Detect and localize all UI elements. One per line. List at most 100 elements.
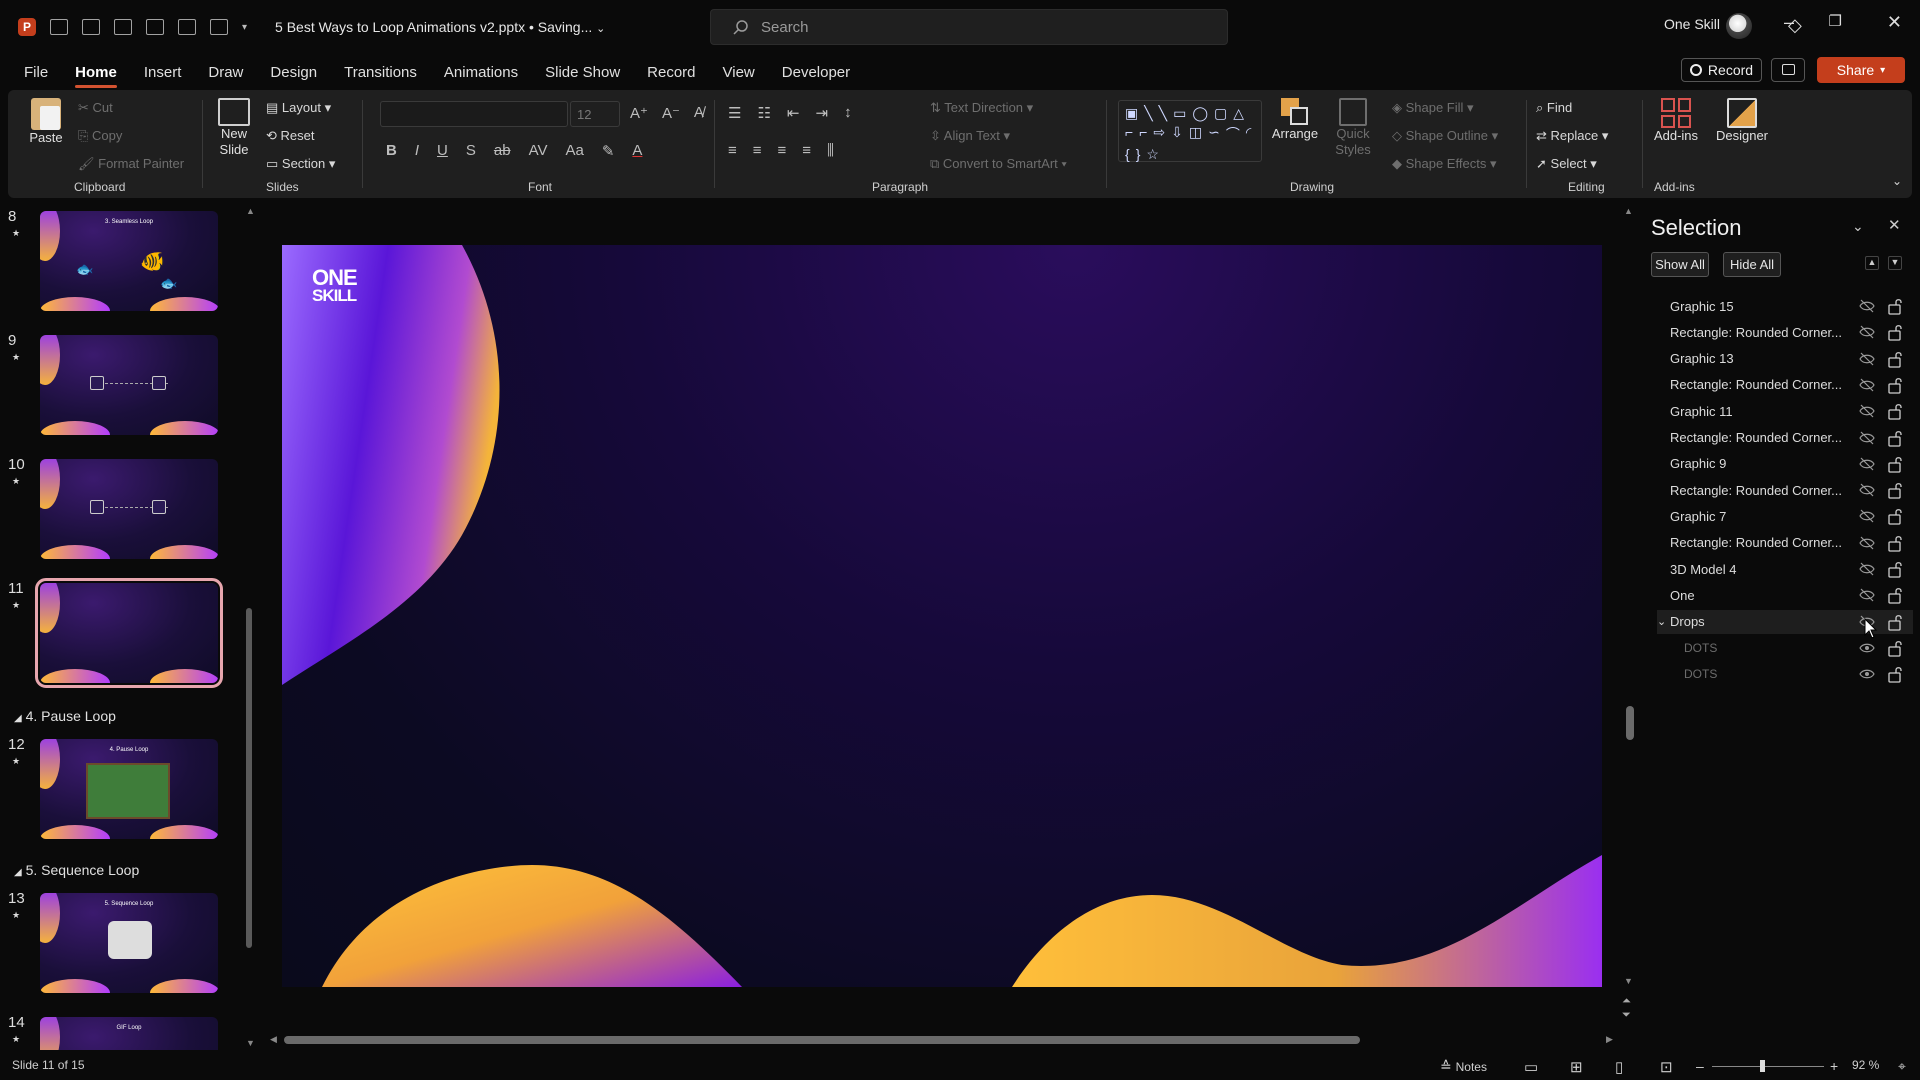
tab-file[interactable]: File bbox=[24, 64, 48, 81]
unlock-icon[interactable] bbox=[1887, 639, 1903, 657]
text-direction-button[interactable]: ⇅ Text Direction ▾ bbox=[930, 100, 1033, 116]
tab-transitions[interactable]: Transitions bbox=[344, 64, 417, 81]
italic-icon[interactable]: I bbox=[415, 142, 419, 160]
tab-draw[interactable]: Draw bbox=[208, 64, 243, 81]
tab-design[interactable]: Design bbox=[270, 64, 317, 81]
justify-icon[interactable]: ≡ bbox=[802, 142, 811, 159]
increase-font-icon[interactable]: A⁺ bbox=[630, 104, 648, 122]
tab-view[interactable]: View bbox=[723, 64, 755, 81]
down-arrow-icon[interactable]: ⇩ bbox=[1171, 124, 1183, 144]
unlock-icon[interactable] bbox=[1887, 534, 1903, 552]
tab-home[interactable]: Home bbox=[75, 64, 117, 88]
expand-chevron-icon[interactable]: ⌄ bbox=[1657, 615, 1666, 628]
eye-icon[interactable] bbox=[1859, 666, 1875, 682]
unlock-icon[interactable] bbox=[1887, 481, 1903, 499]
shadow-icon[interactable]: S bbox=[466, 142, 476, 160]
quick-styles-button[interactable]: Quick Styles bbox=[1330, 98, 1376, 158]
scroll-up-icon[interactable]: ▲ bbox=[1624, 206, 1633, 216]
cut-button[interactable]: ✂ Cut bbox=[78, 100, 113, 116]
send-backward-icon[interactable]: ▼ bbox=[1888, 256, 1902, 270]
normal-view-icon[interactable]: ▭ bbox=[1524, 1058, 1538, 1076]
zoom-out-icon[interactable]: – bbox=[1696, 1058, 1704, 1074]
tab-animations[interactable]: Animations bbox=[444, 64, 518, 81]
eye-hidden-icon[interactable] bbox=[1859, 587, 1875, 603]
reading-view-icon[interactable]: ▯ bbox=[1615, 1058, 1623, 1076]
copy-button[interactable]: ⎘ Copy bbox=[78, 128, 122, 144]
section-header-pause-loop[interactable]: ◢ 4. Pause Loop bbox=[14, 708, 116, 724]
unlock-icon[interactable] bbox=[1887, 560, 1903, 578]
star-icon[interactable]: ☆ bbox=[1146, 146, 1159, 163]
curve-icon[interactable]: ∽ bbox=[1208, 124, 1220, 144]
slideshow-view-icon[interactable]: ⊡ bbox=[1660, 1058, 1673, 1076]
font-name-input[interactable] bbox=[380, 101, 568, 127]
brace-icon[interactable]: { bbox=[1125, 146, 1130, 163]
selection-row[interactable]: One bbox=[1657, 583, 1913, 607]
font-size-input[interactable]: 12 bbox=[570, 101, 620, 127]
document-title[interactable]: 5 Best Ways to Loop Animations v2.pptx •… bbox=[275, 19, 605, 35]
shape-effects-button[interactable]: ◆ Shape Effects ▾ bbox=[1392, 156, 1496, 172]
format-painter-button[interactable]: 🖌 Format Painter bbox=[78, 156, 184, 172]
eye-hidden-icon[interactable] bbox=[1859, 377, 1875, 393]
replace-button[interactable]: ⇄ Replace ▾ bbox=[1536, 128, 1608, 144]
decrease-indent-icon[interactable]: ⇤ bbox=[787, 104, 800, 122]
share-button[interactable]: Share ▾ bbox=[1817, 57, 1905, 83]
presenter-icon[interactable] bbox=[178, 19, 196, 35]
start-slideshow-icon[interactable] bbox=[114, 19, 132, 35]
underline-icon[interactable]: U bbox=[437, 142, 448, 160]
eye-hidden-icon[interactable] bbox=[1859, 324, 1875, 340]
triangle-icon[interactable]: △ bbox=[1233, 105, 1244, 122]
account-name[interactable]: One Skill bbox=[1664, 16, 1720, 32]
shape-outline-button[interactable]: ◇ Shape Outline ▾ bbox=[1392, 128, 1498, 144]
select-button[interactable]: ➚ Select ▾ bbox=[1536, 156, 1597, 172]
unlock-icon[interactable] bbox=[1887, 613, 1903, 631]
tab-developer[interactable]: Developer bbox=[782, 64, 850, 81]
slide-thumbnail-10[interactable] bbox=[40, 459, 218, 559]
align-right-icon[interactable]: ≡ bbox=[778, 142, 787, 159]
unlock-icon[interactable] bbox=[1887, 402, 1903, 420]
eye-hidden-icon[interactable] bbox=[1859, 351, 1875, 367]
align-text-button[interactable]: ⇳ Align Text ▾ bbox=[930, 128, 1010, 144]
redo-icon[interactable] bbox=[82, 19, 100, 35]
clear-formatting-icon[interactable]: A̸ bbox=[694, 104, 704, 122]
tab-slide-show[interactable]: Slide Show bbox=[545, 64, 620, 81]
eye-hidden-icon[interactable] bbox=[1859, 561, 1875, 577]
rounded-rectangle-icon[interactable]: ▢ bbox=[1214, 105, 1227, 122]
zoom-slider[interactable] bbox=[1712, 1066, 1824, 1067]
unlock-icon[interactable] bbox=[1887, 297, 1903, 315]
line-icon[interactable]: ╲ bbox=[1159, 105, 1167, 122]
line-spacing-icon[interactable]: ↕ bbox=[844, 104, 852, 122]
slide-thumbnail-12[interactable]: 4. Pause Loop bbox=[40, 739, 218, 839]
section-button[interactable]: ▭ Section ▾ bbox=[266, 156, 335, 172]
slide-sorter-icon[interactable]: ⊞ bbox=[1570, 1058, 1583, 1076]
zoom-level[interactable]: 92 % bbox=[1852, 1058, 1879, 1072]
eye-hidden-icon[interactable] bbox=[1859, 482, 1875, 498]
connector-icon[interactable]: ⌐ bbox=[1139, 124, 1147, 144]
close-icon[interactable]: ✕ bbox=[1887, 12, 1902, 33]
increase-indent-icon[interactable]: ⇥ bbox=[815, 104, 828, 122]
close-pane-icon[interactable]: ✕ bbox=[1888, 216, 1901, 234]
selection-row[interactable]: Graphic 7 bbox=[1657, 504, 1913, 528]
restore-icon[interactable]: ❐ bbox=[1829, 12, 1842, 30]
unlock-icon[interactable] bbox=[1887, 376, 1903, 394]
selection-row[interactable]: Rectangle: Rounded Corner... bbox=[1657, 426, 1913, 450]
eye-hidden-icon[interactable] bbox=[1859, 456, 1875, 472]
oval-icon[interactable]: ◯ bbox=[1192, 105, 1208, 122]
arrange-button[interactable]: Arrange bbox=[1270, 98, 1320, 142]
unlock-icon[interactable] bbox=[1887, 455, 1903, 473]
undo-icon[interactable] bbox=[50, 19, 68, 35]
new-slide-button[interactable]: New Slide bbox=[212, 98, 256, 158]
collapse-ribbon-icon[interactable]: ⌄ bbox=[1892, 174, 1902, 188]
slide-thumbnail-14[interactable]: GIF Loop bbox=[40, 1017, 218, 1050]
selection-row[interactable]: DOTS bbox=[1657, 662, 1913, 686]
tab-record[interactable]: Record bbox=[647, 64, 695, 81]
selection-row[interactable]: 3D Model 4 bbox=[1657, 557, 1913, 581]
connector-icon[interactable]: ⌐ bbox=[1125, 124, 1133, 144]
eye-hidden-icon[interactable] bbox=[1859, 535, 1875, 551]
eye-hidden-icon[interactable] bbox=[1859, 298, 1875, 314]
unlock-icon[interactable] bbox=[1887, 350, 1903, 368]
shape-icon[interactable] bbox=[210, 19, 228, 35]
selection-row[interactable]: Rectangle: Rounded Corner... bbox=[1657, 531, 1913, 555]
find-button[interactable]: ⌕ Find bbox=[1536, 100, 1572, 116]
unlock-icon[interactable] bbox=[1887, 323, 1903, 341]
bold-icon[interactable]: B bbox=[386, 142, 397, 160]
